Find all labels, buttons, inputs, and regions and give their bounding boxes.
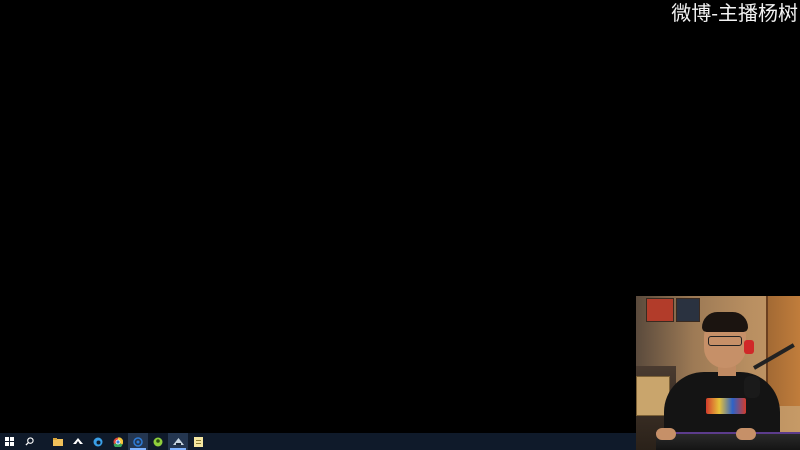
webcam-poster: [646, 298, 674, 322]
left-hand: [656, 428, 676, 440]
taskbar-circle-app[interactable]: [128, 433, 148, 450]
right-hand: [736, 428, 756, 440]
taskbar-notes[interactable]: [188, 433, 208, 450]
taskbar-app-arrow[interactable]: [68, 433, 88, 450]
streamer-hair: [702, 312, 748, 332]
file-explorer-icon: [53, 437, 63, 446]
microphone: [744, 376, 760, 398]
taskbar-steam[interactable]: [168, 433, 188, 450]
taskbar-file-explorer[interactable]: [48, 433, 68, 450]
start-button[interactable]: [0, 433, 18, 450]
taskbar-edge[interactable]: [88, 433, 108, 450]
chrome-icon: [113, 436, 123, 447]
taskbar-green-app[interactable]: [148, 433, 168, 450]
search-icon: [24, 437, 34, 446]
taskbar-app-arrow-icon: [73, 438, 83, 444]
webcam-poster: [676, 298, 700, 322]
search-button[interactable]: [18, 433, 40, 450]
notes-app-icon: [193, 436, 203, 447]
webcam-overlay: [636, 296, 800, 450]
circle-app-icon: [133, 436, 143, 447]
windows-logo-icon: [4, 437, 14, 446]
shirt-print: [706, 398, 746, 414]
streamer-watermark: 微博-主播杨树: [671, 1, 798, 25]
headphones: [744, 340, 754, 354]
taskbar-chrome[interactable]: [108, 433, 128, 450]
steam-icon: [172, 437, 184, 445]
keyboard: [656, 432, 800, 450]
edge-browser-icon: [93, 437, 103, 446]
streamer-glasses: [708, 336, 742, 346]
green-app-icon: [153, 437, 163, 446]
